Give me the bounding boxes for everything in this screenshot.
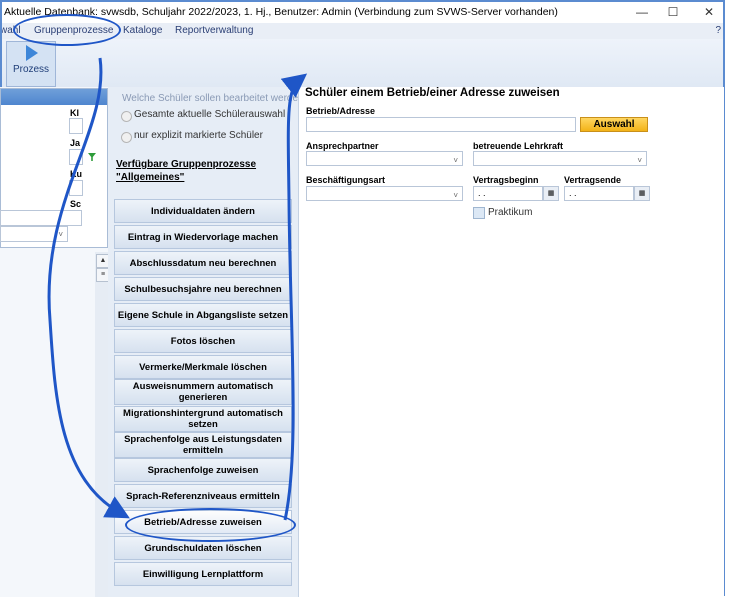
arrow-button-to-form (280, 73, 308, 521)
annotation-arrows (47, 57, 308, 521)
arrow-menu-to-button (47, 57, 130, 519)
